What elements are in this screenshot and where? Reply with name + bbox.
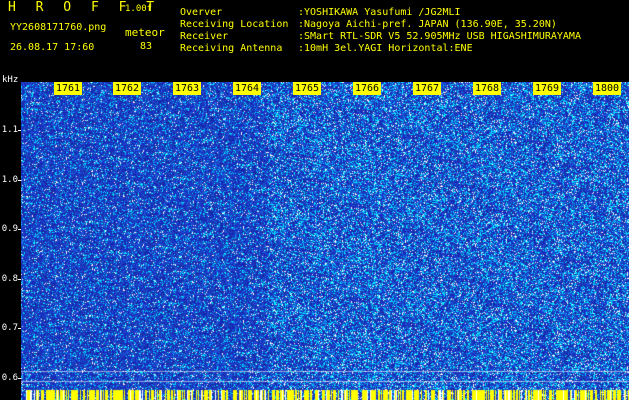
y-tick: 1.1	[1, 125, 18, 135]
app-version: 1.00f	[125, 4, 153, 14]
minute-label: 1764	[233, 82, 262, 95]
minute-label: 1763	[173, 82, 202, 95]
antenna-value: :10mH 3el.YAGI Horizontal:ENE	[298, 43, 473, 54]
spectrogram: 1761 1762 1763 1764 1765 1766 1767 1768 …	[21, 82, 629, 400]
y-tick: 0.6	[1, 373, 18, 383]
minute-label: 1769	[533, 82, 562, 95]
y-tick: 0.7	[1, 323, 18, 333]
y-tick: 0.9	[1, 224, 18, 234]
antenna-key: Receiving Antenna	[180, 43, 283, 54]
receiver-key: Receiver	[180, 31, 229, 42]
location-key: Receiving Location	[180, 19, 289, 30]
minute-label: 1761	[54, 82, 83, 95]
meteor-count: 83	[140, 41, 153, 52]
y-tick: 1.0	[1, 175, 18, 185]
observer-key: Overver	[180, 7, 223, 18]
receiver-value: :SMart RTL-SDR V5 52.905MHz USB HIGASHIM…	[298, 31, 581, 42]
minute-label: 1767	[413, 82, 442, 95]
header: H R O F F T 1.00f YY2608171760.png 26.08…	[0, 0, 629, 85]
minute-label: 1762	[113, 82, 142, 95]
location-value: :Nagoya Aichi-pref. JAPAN (136.90E, 35.2…	[298, 19, 557, 30]
minute-label: 1800	[593, 82, 622, 95]
observer-value: :YOSHIKAWA Yasufumi /JG2MLI	[298, 7, 461, 18]
file-name: YY2608171760.png	[10, 22, 107, 33]
y-tick: 0.8	[1, 274, 18, 284]
minute-label: 1766	[353, 82, 382, 95]
y-unit-label: kHz	[2, 75, 19, 85]
minute-label: 1765	[293, 82, 322, 95]
meteor-label: meteor	[125, 26, 165, 39]
file-datetime: 26.08.17 17:60	[10, 42, 95, 53]
minute-label: 1768	[473, 82, 502, 95]
spectrogram-noise	[21, 82, 629, 400]
